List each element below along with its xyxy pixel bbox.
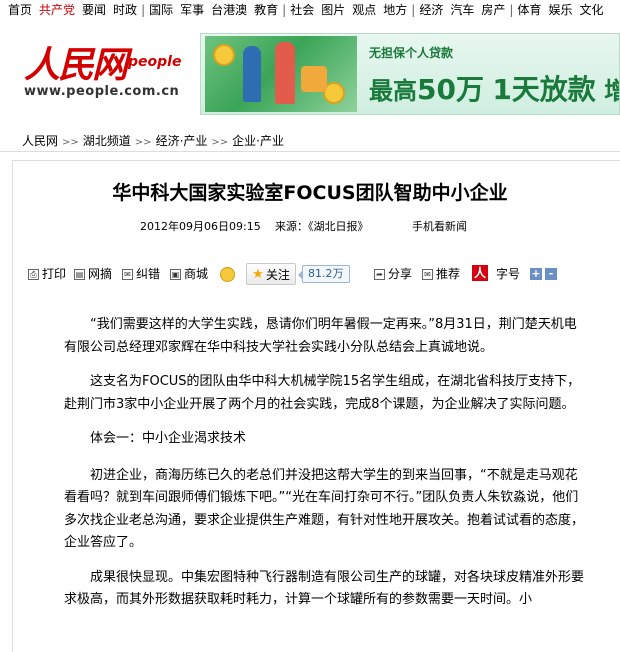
zoom-in-button[interactable]: +: [530, 268, 542, 280]
publish-date: 2012年09月06日09:15: [140, 220, 261, 233]
renren-share-icon[interactable]: 人: [472, 265, 488, 281]
logo-chinese: 人民网: [24, 44, 128, 86]
top-nav-link[interactable]: 文化: [579, 0, 603, 20]
breadcrumb-item[interactable]: 经济·产业: [156, 134, 208, 148]
article-paragraph: 初进企业，商海历练已久的老总们并没把这帮大学生的到来当回事，“不就是走马观花看看…: [64, 467, 585, 551]
logo-english: people: [128, 54, 182, 70]
top-nav-link[interactable]: 共产党: [39, 0, 75, 20]
breadcrumb-item[interactable]: 人民网: [22, 134, 58, 148]
mail-icon: ✉: [122, 268, 133, 280]
site-header: 人民网 people www.people.com.cn 无担保个人贷款 最高5…: [0, 28, 620, 120]
site-logo[interactable]: 人民网 people www.people.com.cn: [20, 36, 190, 106]
article-title: 华中科大国家实验室FOCUS团队智助中小企业: [112, 182, 508, 204]
top-nav-link[interactable]: 首页: [8, 0, 32, 20]
smiley-icon[interactable]: [220, 267, 235, 282]
top-nav-link[interactable]: 要闻: [82, 0, 106, 20]
top-nav: 首页 共产党 要闻 时政 | 国际 军事 台港澳 教育 | 社会 图片 观点 地方 | 经济 汽车 房产 | 体育 娱乐…: [0, 0, 620, 20]
top-nav-link[interactable]: 图片: [321, 0, 345, 20]
breadcrumb-item[interactable]: 湖北频道: [83, 134, 131, 148]
mobile-news-link[interactable]: 手机看新闻: [412, 218, 467, 234]
font-size-label: 字号: [496, 267, 521, 281]
wangzhai-button[interactable]: ▤ 网摘: [74, 266, 112, 282]
shop-icon: ▣: [170, 268, 181, 280]
printer-icon: ⎙: [28, 268, 39, 280]
follow-count: 81.2万: [298, 265, 350, 283]
nav-separator: |: [411, 3, 416, 17]
nav-separator: |: [141, 3, 146, 17]
print-button[interactable]: ⎙ 打印: [28, 266, 66, 282]
star-icon: ★: [252, 266, 264, 282]
breadcrumb: 人民网 >> 湖北频道 >> 经济·产业 >> 企业·产业: [0, 130, 620, 152]
share-button[interactable]: ➦ 分享: [374, 266, 412, 282]
jiucuo-button[interactable]: ✉ 纠错: [122, 266, 160, 282]
zoom-out-button[interactable]: -: [545, 268, 557, 280]
breadcrumb-item[interactable]: 企业·产业: [232, 134, 284, 148]
ad-line1: 无担保个人贷款: [369, 46, 454, 60]
article-subheading: 体会一：中小企业渴求技术: [90, 431, 247, 446]
article-paragraph: “我们需要这样的大学生实践，恳请你们明年暑假一定再来。”8月31日，荆门楚天机电…: [64, 317, 577, 355]
ad-banner[interactable]: 无担保个人贷款 最高50万 1天放款 增值: [200, 33, 620, 115]
article-body: “我们需要这样的大学生实践，恳请你们明年暑假一定再来。”8月31日，荆门楚天机电…: [64, 314, 584, 624]
top-nav-link[interactable]: 时政: [113, 0, 137, 20]
top-nav-link[interactable]: 观点: [352, 0, 376, 20]
article-paragraph: 成果很快显现。中集宏图特种飞行器制造有限公司生产的球罐，对各块球皮精准外形要求极…: [64, 569, 585, 608]
top-nav-link[interactable]: 汽车: [450, 0, 474, 20]
recommend-button[interactable]: ✉ 推荐: [422, 266, 460, 282]
follow-button[interactable]: ★ 关注: [246, 263, 296, 285]
top-nav-link[interactable]: 军事: [180, 0, 204, 20]
top-nav-link[interactable]: 经济: [419, 0, 443, 20]
top-nav-link[interactable]: 地方: [383, 0, 407, 20]
logo-url: www.people.com.cn: [24, 84, 180, 99]
nav-separator: |: [282, 3, 287, 17]
top-nav-link[interactable]: 娱乐: [548, 0, 572, 20]
top-nav-link[interactable]: 体育: [517, 0, 541, 20]
article-source[interactable]: 来源：《湖北日报》: [275, 218, 369, 234]
nav-separator: |: [509, 3, 514, 17]
ad-line2: 最高50万 1天放款 增值: [369, 73, 619, 106]
bookmark-icon: ▤: [74, 268, 85, 280]
shangcheng-button[interactable]: ▣ 商城: [170, 266, 208, 282]
mail-icon: ✉: [422, 268, 433, 280]
top-nav-link[interactable]: 房产: [481, 0, 505, 20]
top-nav-link[interactable]: 国际: [149, 0, 173, 20]
share-icon: ➦: [374, 268, 385, 280]
ad-image: [205, 36, 357, 112]
article-toolbar: ⎙ 打印 ▤ 网摘 ✉ 纠错 ▣ 商城 ★ 关注 81.2万 ➦ 分享 ✉ 推荐 人 字号 +…: [24, 262, 620, 288]
top-nav-link[interactable]: 台港澳: [211, 0, 247, 20]
top-nav-link[interactable]: 社会: [290, 0, 314, 20]
article-paragraph: 这支名为FOCUS的团队由华中科大机械学院15名学生组成，在湖北省科技厅支持下，…: [64, 374, 581, 412]
top-nav-link[interactable]: 教育: [254, 0, 278, 20]
